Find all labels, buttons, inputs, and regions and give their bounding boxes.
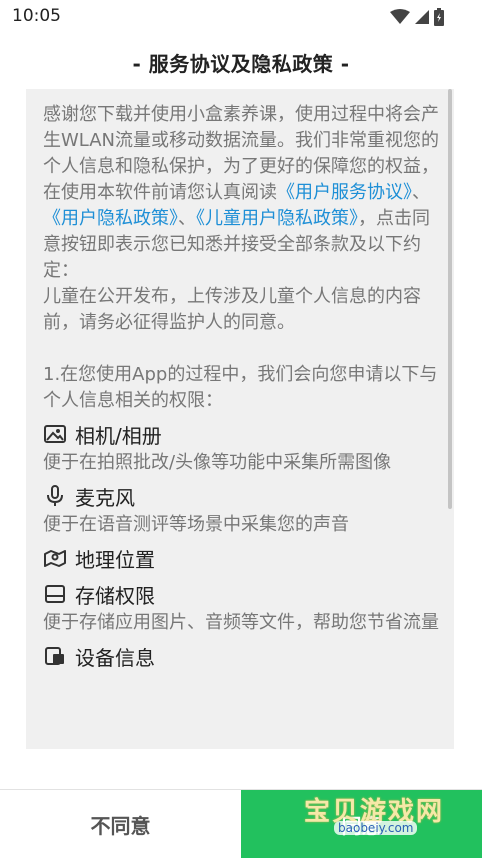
child-privacy-link[interactable]: 《儿童用户隐私政策》 bbox=[196, 208, 358, 229]
permissions-intro: 1.在您使用App的过程中，我们会向您申请以下与个人信息相关的权限： bbox=[43, 364, 438, 411]
dialog-title: - 服务协议及隐私政策 - bbox=[132, 52, 350, 76]
privacy-policy-link[interactable]: 《用户隐私政策》 bbox=[43, 208, 178, 229]
map-icon bbox=[44, 550, 66, 567]
intro-paragraph: 感谢您下载并使用小盒素养课，使用过程中将会产生WLAN流量或移动数据流量。我们非… bbox=[43, 104, 440, 281]
permission-device: 设备信息 bbox=[43, 640, 439, 672]
microphone-icon bbox=[47, 485, 63, 506]
permission-microphone: 麦克风 便于在语音测评等场景中采集您的声音 bbox=[43, 485, 349, 535]
child-notice: 儿童在公开发布，上传涉及儿童个人信息的内容前，请务必征得监护人的同意。 bbox=[43, 286, 421, 333]
permission-storage: 存储权限 便于存储应用图片、音频等文件，帮助您节省流量 bbox=[43, 583, 439, 634]
signal-icon bbox=[415, 10, 429, 24]
user-agreement-link[interactable]: 《用户服务协议》 bbox=[277, 182, 412, 203]
button-bar: 不同意 同意 bbox=[0, 789, 482, 858]
status-icons bbox=[390, 8, 444, 26]
scrollbar[interactable] bbox=[448, 89, 452, 509]
image-icon bbox=[44, 425, 66, 443]
agree-button[interactable]: 同意 bbox=[241, 790, 482, 858]
wifi-icon bbox=[390, 9, 410, 24]
permission-camera: 相机/相册 便于在拍照批改/头像等功能中采集所需图像 bbox=[43, 423, 392, 474]
agreement-content[interactable]: 感谢您下载并使用小盒素养课，使用过程中将会产生WLAN流量或移动数据流量。我们非… bbox=[26, 89, 454, 749]
device-icon bbox=[45, 647, 64, 665]
battery-icon bbox=[434, 8, 444, 26]
disagree-button[interactable]: 不同意 bbox=[0, 790, 241, 858]
storage-icon bbox=[45, 585, 65, 603]
permission-location: 地理位置 bbox=[43, 542, 439, 574]
status-bar: 10:05 bbox=[0, 0, 482, 34]
status-time: 10:05 bbox=[12, 6, 61, 26]
